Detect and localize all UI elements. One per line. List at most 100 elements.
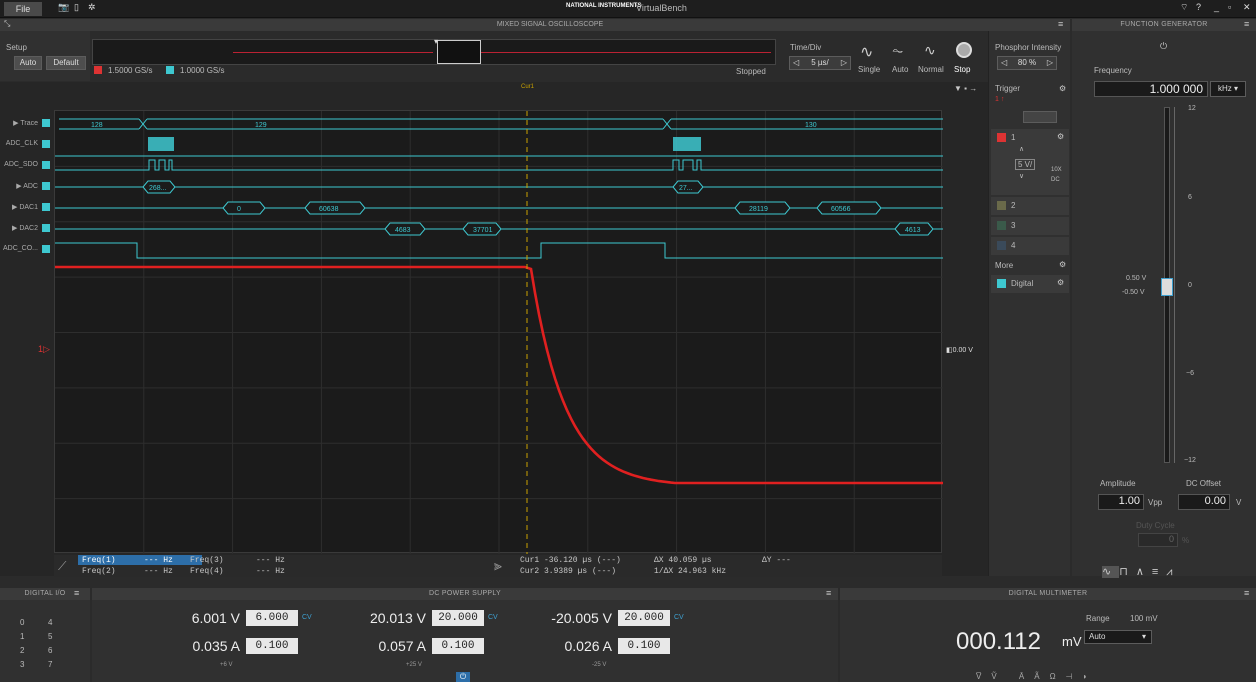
increase-arrow-icon[interactable]: ▷: [841, 57, 847, 69]
document-icon[interactable]: ▯: [74, 2, 79, 16]
fgen-menu-icon[interactable]: ≡: [1244, 19, 1249, 29]
dio-menu-icon[interactable]: ≡: [74, 588, 79, 598]
psu-voltage-setpoint[interactable]: 6.000: [246, 610, 298, 626]
triangle-wave-icon[interactable]: ∧: [1136, 566, 1152, 578]
channel-3-panel[interactable]: 3: [991, 217, 1069, 235]
ch4-color-swatch[interactable]: [997, 241, 1006, 250]
sine-wave-icon[interactable]: ∿: [1102, 566, 1120, 578]
ch1-color-swatch[interactable]: [997, 133, 1006, 142]
measurement-bar: ⟋ Freq(1) --- Hz Freq(2) --- Hz Freq(3) …: [54, 555, 942, 577]
psu-voltage-setpoint[interactable]: 20.000: [618, 610, 670, 626]
psu-current-setpoint[interactable]: 0.100: [432, 638, 484, 654]
restore-icon[interactable]: ▫: [1228, 2, 1231, 16]
digital-settings-icon[interactable]: ⚙: [1057, 278, 1064, 287]
digital-row-3[interactable]: ▶ ADC: [0, 181, 54, 191]
dc-offset-input[interactable]: 0.00: [1178, 494, 1230, 510]
trigger-position-icon[interactable]: ▾: [434, 37, 438, 46]
oscilloscope-screen[interactable]: 128 129 130 268... 27... 0 60638 28119 60566 4683…: [54, 110, 943, 554]
digital-row-6[interactable]: ADC_CO...: [0, 244, 54, 254]
sawtooth-wave-icon[interactable]: ⩘: [1166, 566, 1180, 578]
mode-single[interactable]: Single: [858, 65, 880, 74]
camera-icon[interactable]: 📷: [58, 2, 69, 16]
digital-row-label: ▶ DAC1: [11, 204, 38, 211]
plot-toolbar-icons[interactable]: ▼ ▪ →: [954, 84, 977, 93]
trigger-settings-icon[interactable]: ⚙: [1059, 84, 1066, 93]
dio-pin-3[interactable]: 3: [20, 660, 24, 669]
dio-pin-6[interactable]: 6: [48, 646, 52, 655]
frequency-input[interactable]: 1.000 000: [1094, 81, 1208, 97]
dio-pin-5[interactable]: 5: [48, 632, 52, 641]
mode-auto[interactable]: Auto: [892, 65, 908, 74]
stop-icon[interactable]: [956, 42, 972, 58]
expand-icon[interactable]: ⤡: [4, 19, 10, 29]
digital-color-swatch[interactable]: [997, 279, 1006, 288]
power-menu-icon[interactable]: ≡: [826, 588, 831, 598]
dio-pin-7[interactable]: 7: [48, 660, 52, 669]
settings-icon[interactable]: ✲: [88, 2, 96, 16]
amplitude-slider-handle[interactable]: [1161, 278, 1173, 296]
minimize-icon[interactable]: _: [1214, 2, 1219, 16]
power-enable-icon[interactable]: ⏻: [456, 672, 470, 682]
more-settings-icon[interactable]: ⚙: [1059, 260, 1066, 269]
dmm-mode-icons[interactable]: V̅Ṽ ĀÃΩ⊣◗: [976, 672, 1097, 681]
dio-pin-4[interactable]: 4: [48, 618, 52, 627]
channel-1-panel[interactable]: 1 ⚙ ∧ 5 V/ ∨ 10X DC: [991, 129, 1069, 195]
dc-wave-icon[interactable]: ≡: [1152, 566, 1166, 578]
ch1-down-icon[interactable]: ∨: [1019, 172, 1024, 180]
file-menu-button[interactable]: File: [4, 2, 42, 16]
frequency-unit-select[interactable]: kHz ▾: [1210, 81, 1246, 97]
dmm-menu-icon[interactable]: ≡: [1244, 588, 1249, 598]
scope-menu-icon[interactable]: ≡: [1058, 19, 1063, 29]
trigger-level-marker[interactable]: ◧0.00 V: [946, 346, 973, 354]
duty-cycle-input[interactable]: 0: [1138, 533, 1178, 547]
normal-icon[interactable]: ∿: [924, 42, 936, 59]
digital-row-5[interactable]: ▶ DAC2: [0, 223, 54, 233]
ch2-color-swatch[interactable]: [997, 201, 1006, 210]
ch1-up-icon[interactable]: ∧: [1019, 145, 1024, 153]
dio-pin-0[interactable]: 0: [20, 618, 24, 627]
digital-row-1[interactable]: ADC_CLK: [0, 139, 54, 149]
multimeter-panel: DIGITAL MULTIMETER ≡ 000.112 mV Range 10…: [840, 588, 1256, 682]
psu-current-setpoint[interactable]: 0.100: [618, 638, 670, 654]
wifi-icon: ⌔: [1180, 2, 1189, 12]
trigger-force-button[interactable]: [1023, 111, 1057, 123]
time-div-control[interactable]: ◁ 5 µs/ ▷: [789, 56, 851, 70]
channel-2-panel[interactable]: 2: [991, 197, 1069, 215]
ch1-ground-marker[interactable]: 1▷: [38, 344, 50, 355]
auto-setup-button[interactable]: Auto: [14, 56, 42, 70]
decrease-arrow-icon[interactable]: ◁: [793, 57, 799, 69]
dio-pin-2[interactable]: 2: [20, 646, 24, 655]
psu-voltage-setpoint[interactable]: 20.000: [432, 610, 484, 626]
square-wave-icon[interactable]: ⊓: [1119, 566, 1136, 578]
digital-label: Digital: [1011, 279, 1034, 288]
amplitude-input[interactable]: 1.00: [1098, 494, 1144, 510]
channel-4-panel[interactable]: 4: [991, 237, 1069, 255]
dc-offset-label: DC Offset: [1186, 479, 1221, 488]
single-icon[interactable]: ∿: [860, 42, 873, 62]
mode-stop[interactable]: Stop: [954, 65, 970, 74]
acquisition-overview[interactable]: ▾: [92, 37, 776, 65]
digital-row-swatch: [42, 182, 50, 190]
fgen-power-icon[interactable]: ⏻: [1160, 41, 1167, 52]
help-icon[interactable]: ?: [1196, 2, 1201, 16]
digital-panel[interactable]: Digital ⚙: [991, 275, 1069, 293]
dio-pin-1[interactable]: 1: [20, 632, 24, 641]
range-select[interactable]: Auto ▾: [1084, 630, 1152, 644]
psu-current-setpoint[interactable]: 0.100: [246, 638, 298, 654]
digital-row-4[interactable]: ▶ DAC1: [0, 202, 54, 212]
ch1-scale[interactable]: 5 V/: [1015, 159, 1036, 170]
close-icon[interactable]: ✕: [1243, 2, 1251, 16]
waveform-selector[interactable]: ∿⊓∧≡⩘: [1102, 565, 1242, 579]
phosphor-control[interactable]: ◁ 80 % ▷: [997, 56, 1057, 70]
default-setup-button[interactable]: Default: [46, 56, 86, 70]
measure-icon[interactable]: ⟋: [58, 559, 66, 574]
brand-logo: NATIONAL INSTRUMENTS: [566, 3, 642, 9]
cursor-tool-icon[interactable]: ⫸: [494, 557, 502, 574]
ch1-settings-icon[interactable]: ⚙: [1057, 132, 1064, 141]
mode-normal[interactable]: Normal: [918, 65, 944, 74]
ch3-color-swatch[interactable]: [997, 221, 1006, 230]
digital-row-0[interactable]: ▶ Trace: [0, 118, 54, 128]
auto-icon[interactable]: ⏦: [892, 42, 903, 59]
digital-row-2[interactable]: ADC_SDO: [0, 160, 54, 170]
cursor-1-tag[interactable]: Cur1: [521, 84, 534, 90]
